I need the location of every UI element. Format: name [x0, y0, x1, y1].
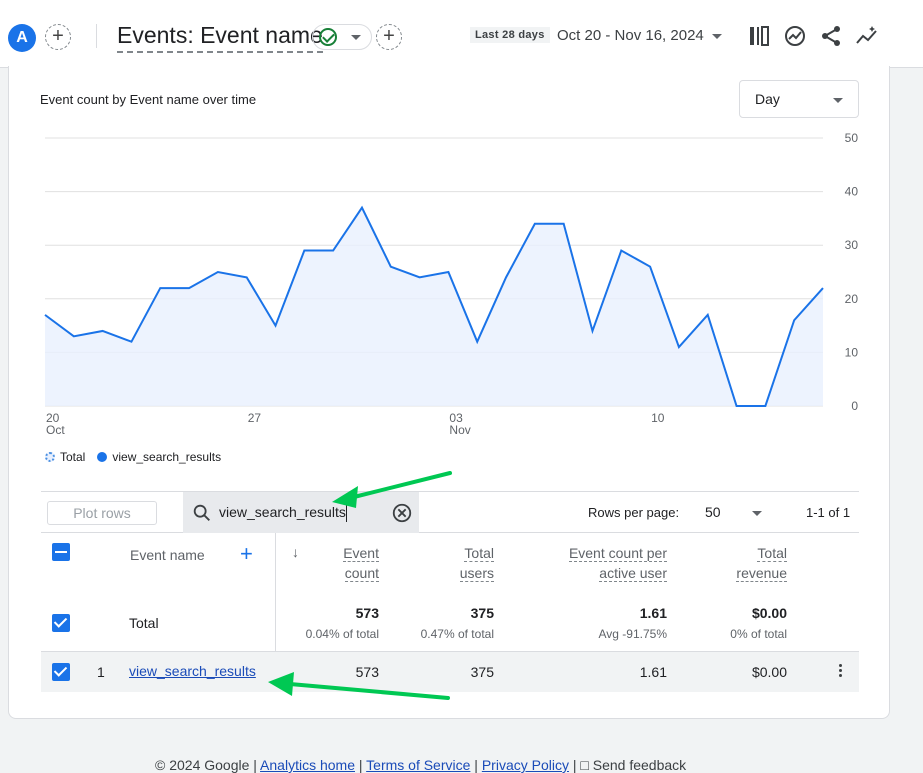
total-event-count-sub: 0.04% of total — [305, 627, 379, 641]
add-dimension-button[interactable]: + — [240, 541, 253, 567]
legend-total-swatch — [45, 452, 55, 462]
footer-copyright: © 2024 Google | — [155, 757, 257, 773]
chevron-down-icon[interactable] — [752, 511, 762, 516]
y-tick-label: 30 — [845, 238, 859, 252]
select-all-checkbox[interactable] — [52, 543, 70, 561]
feedback-icon[interactable]: □ — [580, 757, 588, 773]
column-header-total-revenue[interactable]: Total revenue — [691, 543, 787, 583]
x-tick-label: Nov — [449, 423, 470, 437]
add-comparison-button[interactable]: + — [45, 24, 71, 50]
share-icon[interactable] — [819, 24, 843, 48]
legend-total-label[interactable]: Total — [60, 450, 85, 464]
row-ecpau: 1.61 — [639, 664, 667, 680]
column-header-event-name[interactable]: Event name — [130, 547, 205, 563]
page-title[interactable]: Events: Event name — [117, 21, 323, 53]
chart-legend: Total view_search_results — [45, 450, 221, 464]
check-circle-icon — [319, 28, 337, 46]
footer-terms-link[interactable]: Terms of Service — [366, 757, 470, 773]
chevron-down-icon — [351, 35, 361, 40]
text-cursor — [346, 502, 347, 522]
y-tick-label: 40 — [845, 185, 859, 199]
y-tick-label: 0 — [851, 399, 858, 413]
row-more-menu-icon[interactable] — [839, 664, 843, 679]
y-tick-label: 50 — [845, 131, 859, 145]
search-icon — [193, 504, 210, 521]
search-value: view_search_results — [219, 504, 346, 520]
row-total-users: 375 — [470, 664, 494, 680]
footer-separator: | — [474, 757, 478, 773]
legend-series-label[interactable]: view_search_results — [112, 450, 221, 464]
total-revenue: $0.00 — [751, 605, 787, 621]
totals-label: Total — [129, 615, 159, 631]
footer-feedback-link[interactable]: Send feedback — [593, 757, 686, 773]
column-header-event-count[interactable]: Event count — [301, 543, 379, 583]
avatar[interactable]: A — [8, 24, 36, 52]
report-status-dropdown[interactable] — [312, 24, 372, 50]
footer-separator: | — [572, 757, 577, 773]
rows-per-page-select[interactable]: 50 — [705, 504, 721, 520]
total-event-count: 573 — [355, 605, 379, 621]
total-revenue-sub: 0% of total — [730, 627, 787, 641]
totals-row: Total 573 0.04% of total 375 0.47% of to… — [41, 597, 859, 652]
row-event-count: 573 — [355, 664, 379, 680]
row-checkbox[interactable] — [52, 663, 70, 681]
row-index: 1 — [97, 664, 105, 680]
date-range-chevron-icon[interactable] — [712, 34, 722, 39]
rows-per-page-label: Rows per page: — [588, 505, 680, 520]
date-range-value[interactable]: Oct 20 - Nov 16, 2024 — [557, 27, 704, 44]
chart-area-fill — [45, 207, 823, 406]
clear-search-icon[interactable] — [391, 502, 413, 524]
totals-checkbox[interactable] — [52, 614, 70, 632]
report-card: Event count by Event name over time Day … — [8, 66, 890, 719]
total-users: 375 — [470, 605, 494, 621]
customize-report-icon[interactable] — [747, 24, 771, 48]
data-table: Plot rows view_search_results Rows per p… — [41, 491, 859, 693]
x-tick-label: 10 — [651, 411, 665, 425]
sort-descending-icon[interactable]: ↓ — [292, 544, 299, 560]
legend-series-swatch — [97, 452, 108, 462]
total-users-sub: 0.47% of total — [420, 627, 494, 641]
y-tick-label: 20 — [845, 292, 859, 306]
top-bar: A + Events: Event name + Last 28 days Oc… — [0, 0, 923, 68]
total-ecpau: 1.61 — [639, 605, 667, 621]
footer-privacy-link[interactable]: Privacy Policy — [482, 757, 569, 773]
date-range-label[interactable]: Last 28 days — [470, 27, 550, 43]
footer-separator: | — [358, 757, 363, 773]
insights-icon[interactable] — [783, 24, 807, 48]
x-tick-label: Oct — [46, 423, 65, 437]
column-header-event-count-per-active-user[interactable]: Event count per active user — [511, 543, 667, 583]
trend-sparkle-icon[interactable] — [855, 24, 879, 48]
table-toolbar: Plot rows view_search_results Rows per p… — [41, 491, 859, 533]
row-revenue: $0.00 — [751, 664, 787, 680]
table-row[interactable]: 1 view_search_results 573 375 1.61 $0.00 — [41, 652, 859, 692]
line-chart: 50403020100 20Oct27 03Nov10 — [44, 131, 859, 437]
plot-rows-button[interactable]: Plot rows — [47, 501, 157, 525]
footer: © 2024 Google | Analytics home | Terms o… — [155, 757, 686, 773]
footer-analytics-home-link[interactable]: Analytics home — [260, 757, 355, 773]
column-header-total-users[interactable]: Total users — [391, 543, 494, 583]
row-name-link[interactable]: view_search_results — [129, 663, 256, 681]
y-tick-label: 10 — [845, 345, 859, 359]
add-filter-button[interactable]: + — [376, 24, 402, 50]
total-ecpau-sub: Avg -91.75% — [598, 627, 668, 641]
divider — [96, 24, 97, 48]
x-tick-label: 27 — [248, 411, 262, 425]
search-input[interactable]: view_search_results — [183, 492, 419, 533]
pagination-text: 1-1 of 1 — [806, 505, 851, 520]
